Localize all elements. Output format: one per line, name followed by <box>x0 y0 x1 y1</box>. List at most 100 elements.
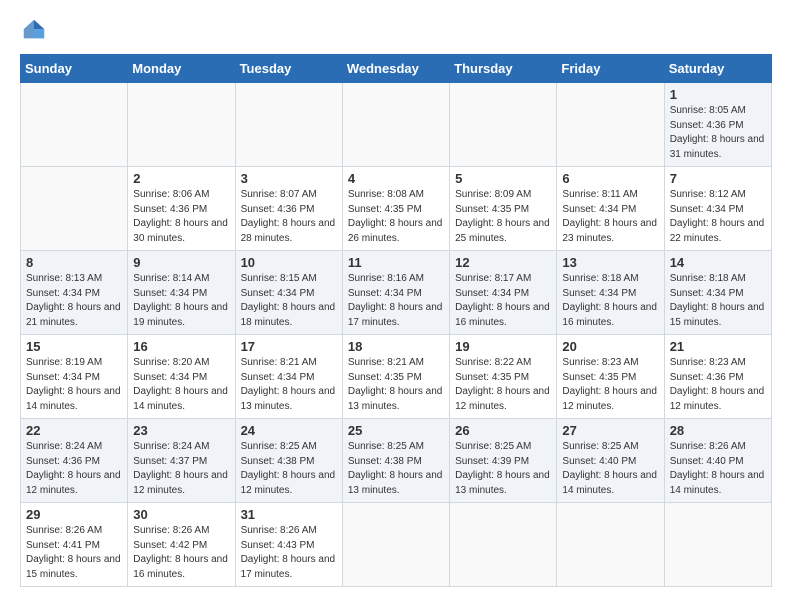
calendar-week-4: 15 Sunrise: 8:19 AMSunset: 4:34 PMDaylig… <box>21 335 772 419</box>
header-weekday-friday: Friday <box>557 55 664 83</box>
calendar-cell: 24 Sunrise: 8:25 AMSunset: 4:38 PMDaylig… <box>235 419 342 503</box>
calendar-cell: 11 Sunrise: 8:16 AMSunset: 4:34 PMDaylig… <box>342 251 449 335</box>
calendar-cell: 10 Sunrise: 8:15 AMSunset: 4:34 PMDaylig… <box>235 251 342 335</box>
day-number: 10 <box>241 255 338 270</box>
calendar-cell <box>21 167 128 251</box>
day-info: Sunrise: 8:12 AMSunset: 4:34 PMDaylight:… <box>670 188 767 246</box>
day-number: 30 <box>133 507 230 522</box>
calendar-cell: 21 Sunrise: 8:23 AMSunset: 4:36 PMDaylig… <box>664 335 771 419</box>
calendar-cell: 1 Sunrise: 8:05 AMSunset: 4:36 PMDayligh… <box>664 83 771 167</box>
day-info: Sunrise: 8:26 AMSunset: 4:43 PMDaylight:… <box>241 524 338 582</box>
header-weekday-tuesday: Tuesday <box>235 55 342 83</box>
calendar-cell <box>128 83 235 167</box>
calendar-cell: 9 Sunrise: 8:14 AMSunset: 4:34 PMDayligh… <box>128 251 235 335</box>
calendar-cell <box>342 83 449 167</box>
calendar-cell: 27 Sunrise: 8:25 AMSunset: 4:40 PMDaylig… <box>557 419 664 503</box>
day-number: 15 <box>26 339 123 354</box>
day-info: Sunrise: 8:17 AMSunset: 4:34 PMDaylight:… <box>455 272 552 330</box>
day-info: Sunrise: 8:09 AMSunset: 4:35 PMDaylight:… <box>455 188 552 246</box>
day-info: Sunrise: 8:25 AMSunset: 4:40 PMDaylight:… <box>562 440 659 498</box>
day-number: 5 <box>455 171 552 186</box>
header-row: SundayMondayTuesdayWednesdayThursdayFrid… <box>21 55 772 83</box>
day-number: 23 <box>133 423 230 438</box>
day-info: Sunrise: 8:05 AMSunset: 4:36 PMDaylight:… <box>670 104 767 162</box>
day-info: Sunrise: 8:06 AMSunset: 4:36 PMDaylight:… <box>133 188 230 246</box>
day-number: 16 <box>133 339 230 354</box>
logo <box>20 16 52 44</box>
header-weekday-thursday: Thursday <box>450 55 557 83</box>
calendar-cell <box>450 503 557 587</box>
calendar-cell: 14 Sunrise: 8:18 AMSunset: 4:34 PMDaylig… <box>664 251 771 335</box>
day-info: Sunrise: 8:23 AMSunset: 4:36 PMDaylight:… <box>670 356 767 414</box>
day-number: 26 <box>455 423 552 438</box>
day-info: Sunrise: 8:22 AMSunset: 4:35 PMDaylight:… <box>455 356 552 414</box>
calendar-cell: 6 Sunrise: 8:11 AMSunset: 4:34 PMDayligh… <box>557 167 664 251</box>
day-number: 8 <box>26 255 123 270</box>
calendar-cell: 16 Sunrise: 8:20 AMSunset: 4:34 PMDaylig… <box>128 335 235 419</box>
day-info: Sunrise: 8:24 AMSunset: 4:37 PMDaylight:… <box>133 440 230 498</box>
logo-icon <box>20 16 48 44</box>
header <box>20 16 772 44</box>
day-info: Sunrise: 8:14 AMSunset: 4:34 PMDaylight:… <box>133 272 230 330</box>
day-info: Sunrise: 8:21 AMSunset: 4:34 PMDaylight:… <box>241 356 338 414</box>
calendar-week-3: 8 Sunrise: 8:13 AMSunset: 4:34 PMDayligh… <box>21 251 772 335</box>
calendar-cell <box>557 83 664 167</box>
day-info: Sunrise: 8:24 AMSunset: 4:36 PMDaylight:… <box>26 440 123 498</box>
day-info: Sunrise: 8:21 AMSunset: 4:35 PMDaylight:… <box>348 356 445 414</box>
day-number: 17 <box>241 339 338 354</box>
day-info: Sunrise: 8:19 AMSunset: 4:34 PMDaylight:… <box>26 356 123 414</box>
day-number: 19 <box>455 339 552 354</box>
day-info: Sunrise: 8:25 AMSunset: 4:38 PMDaylight:… <box>241 440 338 498</box>
day-info: Sunrise: 8:13 AMSunset: 4:34 PMDaylight:… <box>26 272 123 330</box>
header-weekday-saturday: Saturday <box>664 55 771 83</box>
day-number: 2 <box>133 171 230 186</box>
day-number: 21 <box>670 339 767 354</box>
calendar-cell: 12 Sunrise: 8:17 AMSunset: 4:34 PMDaylig… <box>450 251 557 335</box>
calendar-cell: 13 Sunrise: 8:18 AMSunset: 4:34 PMDaylig… <box>557 251 664 335</box>
day-info: Sunrise: 8:11 AMSunset: 4:34 PMDaylight:… <box>562 188 659 246</box>
day-number: 11 <box>348 255 445 270</box>
calendar-cell: 2 Sunrise: 8:06 AMSunset: 4:36 PMDayligh… <box>128 167 235 251</box>
calendar-week-1: 1 Sunrise: 8:05 AMSunset: 4:36 PMDayligh… <box>21 83 772 167</box>
day-info: Sunrise: 8:23 AMSunset: 4:35 PMDaylight:… <box>562 356 659 414</box>
header-weekday-monday: Monday <box>128 55 235 83</box>
day-info: Sunrise: 8:18 AMSunset: 4:34 PMDaylight:… <box>562 272 659 330</box>
day-number: 29 <box>26 507 123 522</box>
day-number: 6 <box>562 171 659 186</box>
day-number: 28 <box>670 423 767 438</box>
calendar-cell <box>342 503 449 587</box>
calendar-cell: 30 Sunrise: 8:26 AMSunset: 4:42 PMDaylig… <box>128 503 235 587</box>
calendar-cell <box>235 83 342 167</box>
calendar-cell: 19 Sunrise: 8:22 AMSunset: 4:35 PMDaylig… <box>450 335 557 419</box>
day-number: 4 <box>348 171 445 186</box>
calendar-week-2: 2 Sunrise: 8:06 AMSunset: 4:36 PMDayligh… <box>21 167 772 251</box>
day-number: 27 <box>562 423 659 438</box>
calendar-cell: 7 Sunrise: 8:12 AMSunset: 4:34 PMDayligh… <box>664 167 771 251</box>
day-info: Sunrise: 8:18 AMSunset: 4:34 PMDaylight:… <box>670 272 767 330</box>
day-number: 18 <box>348 339 445 354</box>
day-number: 3 <box>241 171 338 186</box>
day-info: Sunrise: 8:25 AMSunset: 4:39 PMDaylight:… <box>455 440 552 498</box>
day-info: Sunrise: 8:16 AMSunset: 4:34 PMDaylight:… <box>348 272 445 330</box>
calendar-cell: 29 Sunrise: 8:26 AMSunset: 4:41 PMDaylig… <box>21 503 128 587</box>
day-number: 13 <box>562 255 659 270</box>
calendar-week-6: 29 Sunrise: 8:26 AMSunset: 4:41 PMDaylig… <box>21 503 772 587</box>
day-info: Sunrise: 8:25 AMSunset: 4:38 PMDaylight:… <box>348 440 445 498</box>
calendar-cell: 26 Sunrise: 8:25 AMSunset: 4:39 PMDaylig… <box>450 419 557 503</box>
day-number: 20 <box>562 339 659 354</box>
calendar-cell: 4 Sunrise: 8:08 AMSunset: 4:35 PMDayligh… <box>342 167 449 251</box>
calendar-cell: 15 Sunrise: 8:19 AMSunset: 4:34 PMDaylig… <box>21 335 128 419</box>
day-number: 22 <box>26 423 123 438</box>
calendar-cell: 20 Sunrise: 8:23 AMSunset: 4:35 PMDaylig… <box>557 335 664 419</box>
calendar-week-5: 22 Sunrise: 8:24 AMSunset: 4:36 PMDaylig… <box>21 419 772 503</box>
header-weekday-sunday: Sunday <box>21 55 128 83</box>
calendar-cell: 22 Sunrise: 8:24 AMSunset: 4:36 PMDaylig… <box>21 419 128 503</box>
calendar-cell: 3 Sunrise: 8:07 AMSunset: 4:36 PMDayligh… <box>235 167 342 251</box>
day-number: 9 <box>133 255 230 270</box>
day-number: 1 <box>670 87 767 102</box>
calendar-cell <box>21 83 128 167</box>
calendar-cell: 17 Sunrise: 8:21 AMSunset: 4:34 PMDaylig… <box>235 335 342 419</box>
header-weekday-wednesday: Wednesday <box>342 55 449 83</box>
page: SundayMondayTuesdayWednesdayThursdayFrid… <box>0 0 792 612</box>
day-info: Sunrise: 8:15 AMSunset: 4:34 PMDaylight:… <box>241 272 338 330</box>
